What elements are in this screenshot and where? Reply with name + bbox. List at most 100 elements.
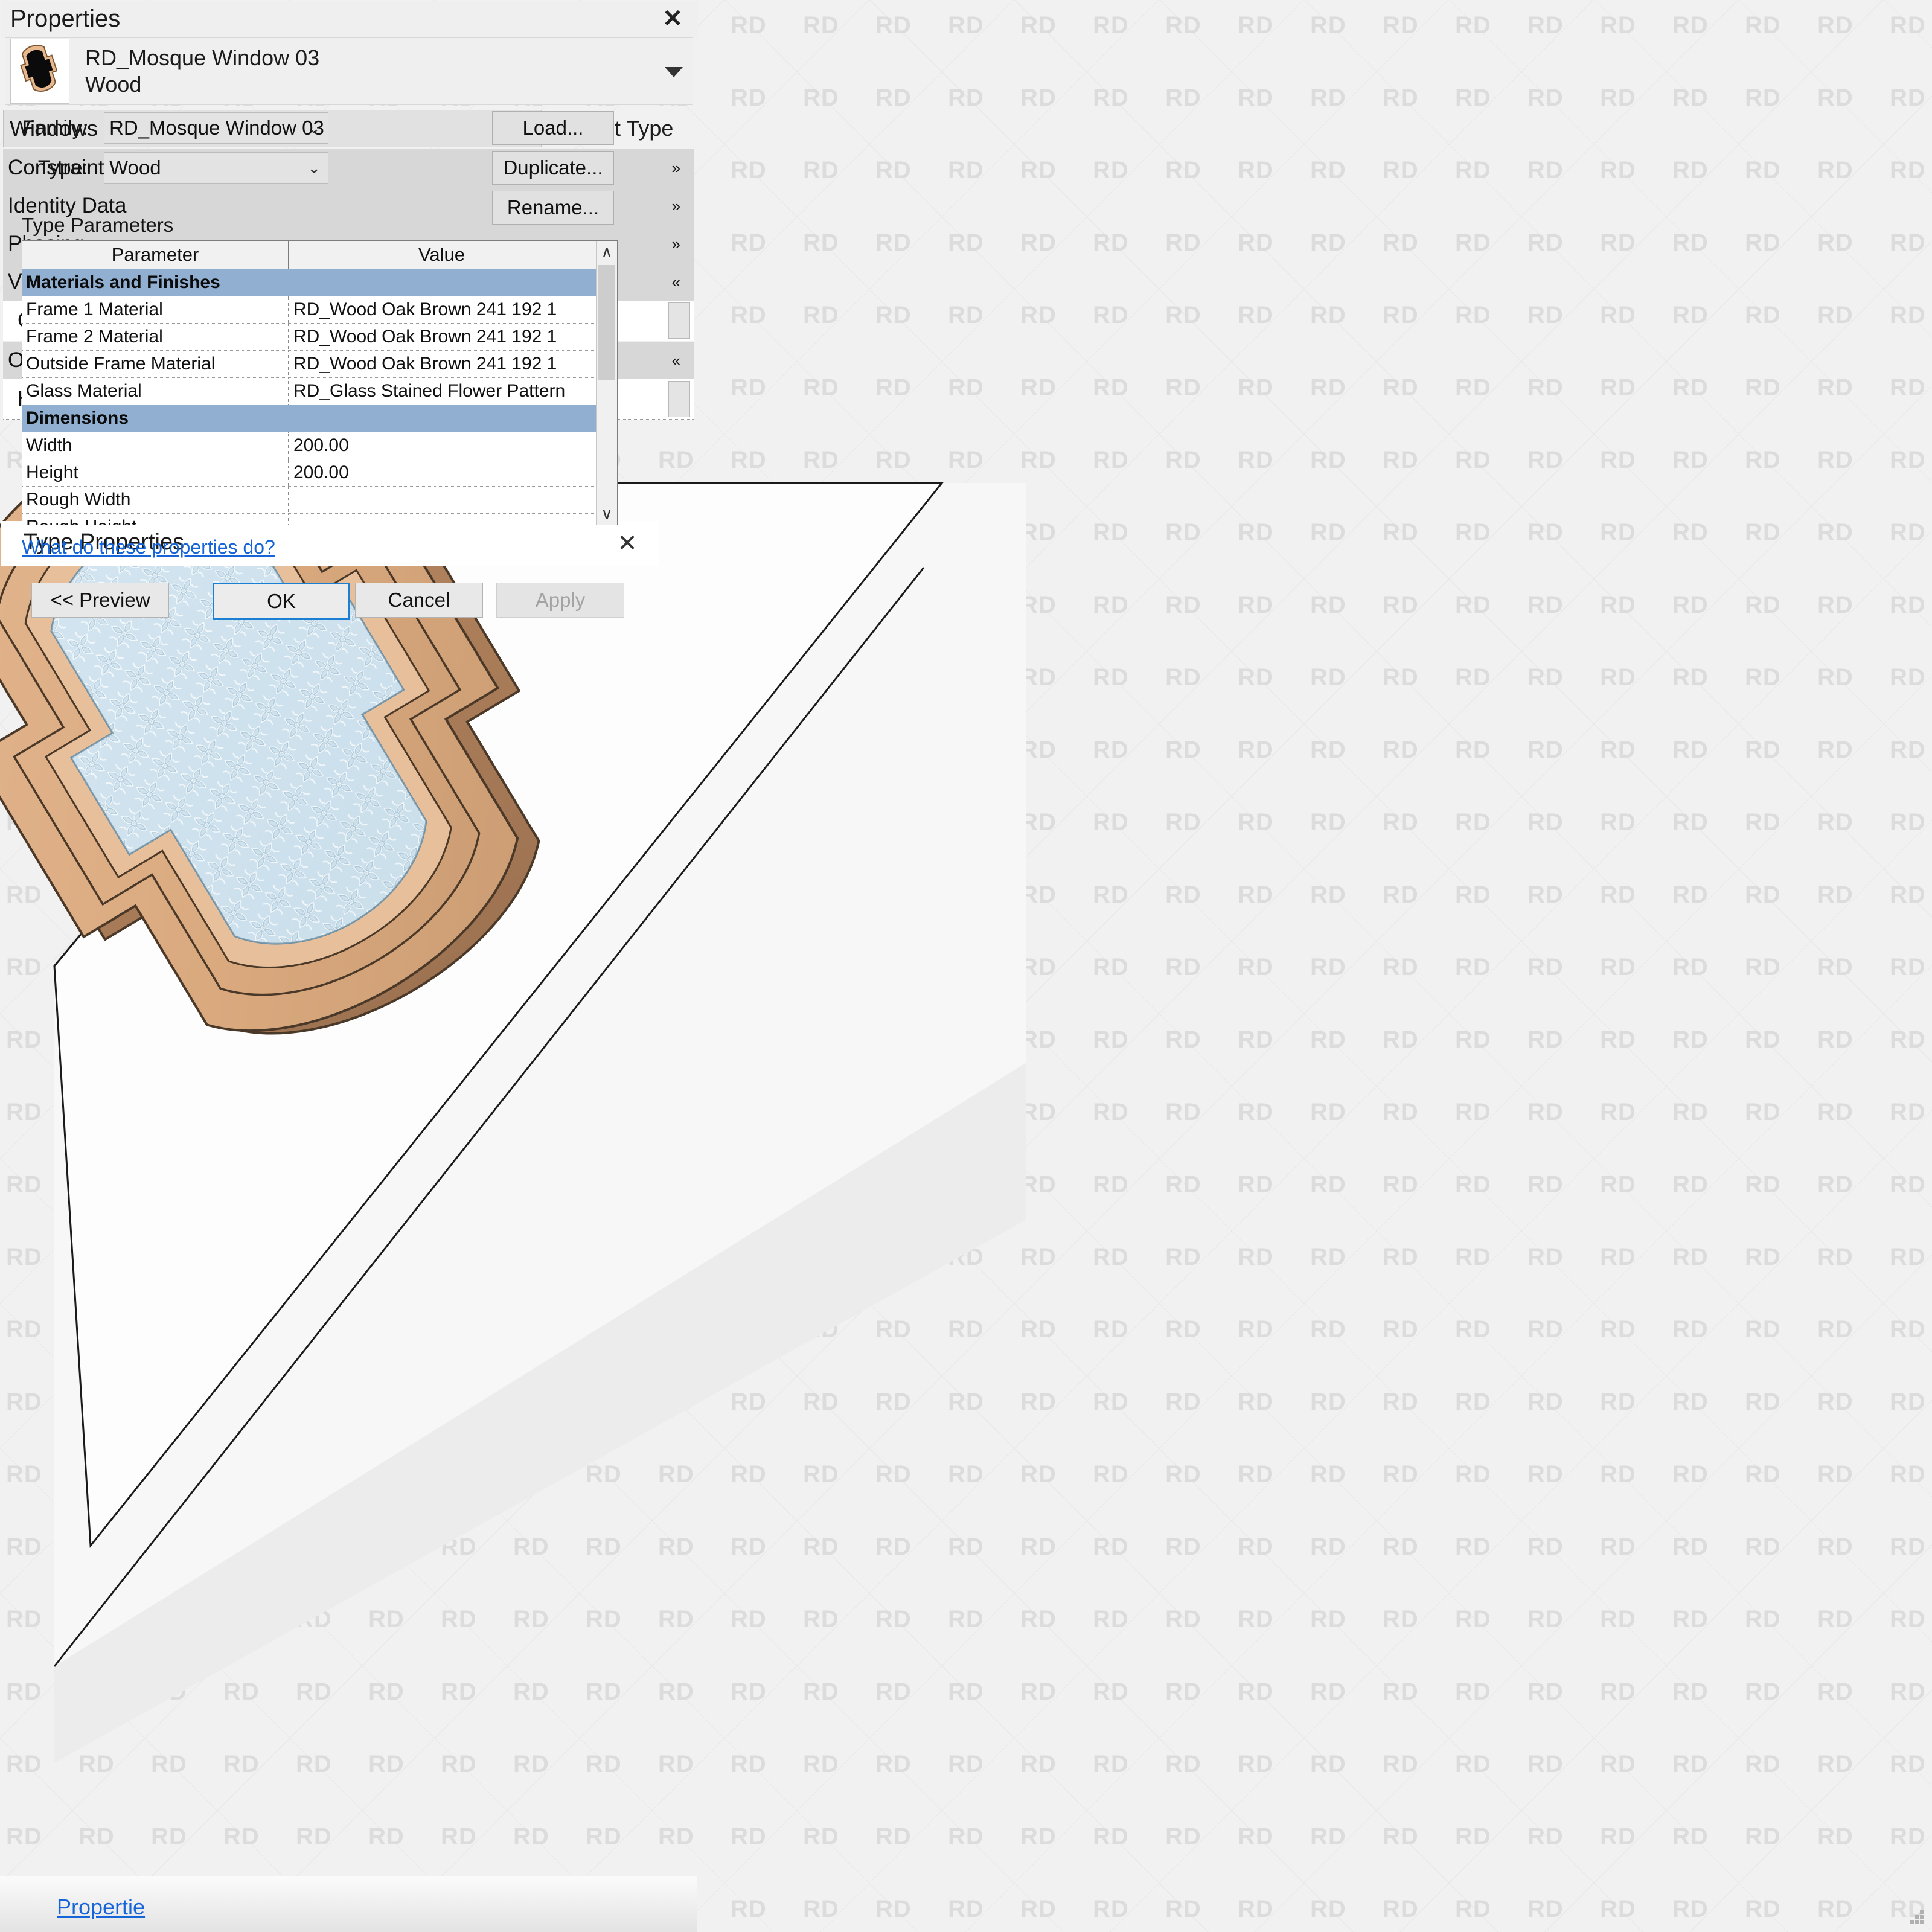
table-row[interactable]: Frame 1 Material RD_Wood Oak Brown 241 1…	[22, 296, 617, 324]
table-row[interactable]: Glass Material RD_Glass Stained Flower P…	[22, 378, 617, 405]
watermark-mark: RD	[1383, 519, 1419, 546]
watermark-mark: RD	[1383, 1461, 1419, 1488]
parameter-value[interactable]: RD_Wood Oak Brown 241 192 1	[288, 296, 595, 323]
table-row[interactable]: Height 200.00	[22, 459, 617, 487]
watermark-mark: RD	[1165, 519, 1201, 546]
watermark-mark: RD	[1672, 737, 1709, 763]
parameter-name: Height	[26, 462, 78, 482]
table-scrollbar[interactable]: ∧ ∨	[596, 241, 617, 525]
type-row: Type: Wood ⌄	[22, 152, 328, 184]
table-row[interactable]: Outside Frame Material RD_Wood Oak Brown…	[22, 351, 617, 378]
watermark-mark: RD	[1455, 1316, 1491, 1343]
properties-help-link[interactable]: Propertie	[57, 1895, 145, 1920]
watermark-mark: RD	[1890, 12, 1926, 39]
table-row[interactable]: Rough Width	[22, 487, 617, 514]
parameter-value[interactable]	[288, 487, 595, 513]
watermark-mark: RD	[1817, 737, 1854, 763]
watermark-mark: RD	[1093, 1244, 1129, 1270]
rename-button[interactable]: Rename...	[492, 191, 614, 225]
column-header-parameter[interactable]: Parameter	[22, 241, 289, 269]
watermark-mark: RD	[1383, 954, 1419, 980]
watermark-mark: RD	[1527, 954, 1564, 980]
close-icon[interactable]: ✕	[610, 528, 644, 558]
watermark-mark: RD	[1238, 1026, 1274, 1053]
type-parameters-table: Parameter Value = Materials and Finishes…	[22, 240, 618, 525]
ok-button[interactable]: OK	[213, 583, 350, 620]
watermark-mark: RD	[1527, 1389, 1564, 1415]
duplicate-button[interactable]: Duplicate...	[492, 151, 614, 185]
parameter-value[interactable]: RD_Wood Oak Brown 241 192 1	[288, 324, 595, 350]
scroll-up-button[interactable]: ∧	[597, 241, 617, 263]
close-icon[interactable]: ✕	[656, 4, 689, 33]
watermark-mark: RD	[1310, 1316, 1346, 1343]
watermark-mark: RD	[1672, 954, 1709, 980]
chevron-down-icon[interactable]	[665, 67, 683, 77]
watermark-mark: RD	[1093, 1461, 1129, 1488]
what-do-these-properties-do-link[interactable]: What do these properties do?	[22, 536, 275, 558]
watermark-mark: RD	[1165, 1678, 1201, 1705]
table-row[interactable]: Frame 2 Material RD_Wood Oak Brown 241 1…	[22, 324, 617, 351]
property-row-button[interactable]	[668, 302, 690, 339]
watermark-mark: RD	[1817, 12, 1854, 39]
watermark-mark: RD	[1238, 157, 1274, 184]
watermark-mark: RD	[1310, 1823, 1346, 1850]
watermark-mark: RD	[1600, 954, 1636, 980]
table-row[interactable]: Width 200.00	[22, 432, 617, 459]
parameter-value[interactable]: RD_Glass Stained Flower Pattern	[288, 378, 595, 405]
property-row-button[interactable]	[668, 381, 690, 417]
watermark-mark: RD	[1672, 881, 1709, 908]
column-header-value[interactable]: Value	[289, 241, 595, 269]
watermark-mark: RD	[1455, 954, 1491, 980]
table-row[interactable]: Rough Height	[22, 514, 617, 525]
table-group-row[interactable]: Dimensions «	[22, 405, 617, 432]
watermark-mark: RD	[1817, 954, 1854, 980]
watermark-mark: RD	[1165, 1823, 1201, 1850]
watermark-mark: RD	[1890, 1751, 1926, 1777]
watermark-mark: RD	[1527, 1171, 1564, 1198]
watermark-mark: RD	[1600, 374, 1636, 401]
watermark-mark: RD	[1600, 1389, 1636, 1415]
watermark-mark: RD	[1093, 85, 1129, 111]
watermark-mark: RD	[1890, 809, 1926, 836]
watermark-mark: RD	[1817, 519, 1854, 546]
scrollbar-thumb[interactable]	[598, 265, 615, 380]
cancel-button[interactable]: Cancel	[355, 583, 483, 618]
watermark-mark: RD	[1093, 1099, 1129, 1125]
type-select[interactable]: Wood ⌄	[104, 152, 328, 184]
parameter-value[interactable]: 200.00	[288, 432, 595, 459]
watermark-mark: RD	[1310, 809, 1346, 836]
watermark-mark: RD	[1527, 1026, 1564, 1053]
scroll-down-button[interactable]: ∨	[597, 503, 617, 525]
watermark-mark: RD	[1672, 1171, 1709, 1198]
watermark-mark: RD	[1165, 1316, 1201, 1343]
parameter-name: Frame 2 Material	[26, 327, 163, 347]
watermark-mark: RD	[1165, 664, 1201, 691]
load-button[interactable]: Load...	[492, 111, 614, 145]
watermark-mark: RD	[1527, 1896, 1564, 1922]
watermark-mark: RD	[1527, 1099, 1564, 1125]
table-group-row[interactable]: Materials and Finishes «	[22, 269, 617, 296]
type-selector[interactable]: RD_Mosque Window 03 Wood	[5, 37, 693, 105]
preview-button[interactable]: << Preview	[31, 583, 169, 618]
parameter-value[interactable]: 200.00	[288, 459, 595, 486]
family-select[interactable]: RD_Mosque Window 03 ⌄	[104, 112, 328, 144]
page-title: Properties	[10, 5, 121, 32]
watermark-mark: RD	[1165, 737, 1201, 763]
watermark-mark: RD	[1672, 1026, 1709, 1053]
resize-grip[interactable]	[1909, 1910, 1925, 1926]
watermark-mark: RD	[1165, 229, 1201, 256]
watermark-mark: RD	[1600, 1099, 1636, 1125]
apply-button: Apply	[496, 583, 624, 618]
watermark-mark: RD	[1093, 374, 1129, 401]
watermark-mark: RD	[1383, 447, 1419, 473]
parameter-value[interactable]	[288, 514, 595, 525]
watermark-mark: RD	[1455, 85, 1491, 111]
watermark-mark: RD	[1165, 809, 1201, 836]
watermark-mark: RD	[1672, 1389, 1709, 1415]
parameter-value[interactable]: RD_Wood Oak Brown 241 192 1	[288, 351, 595, 377]
watermark-mark: RD	[1093, 1606, 1129, 1633]
watermark-mark: RD	[1310, 1461, 1346, 1488]
watermark-mark: RD	[1093, 1678, 1129, 1705]
watermark-mark: RD	[1890, 302, 1926, 328]
watermark-mark: RD	[1238, 302, 1274, 328]
